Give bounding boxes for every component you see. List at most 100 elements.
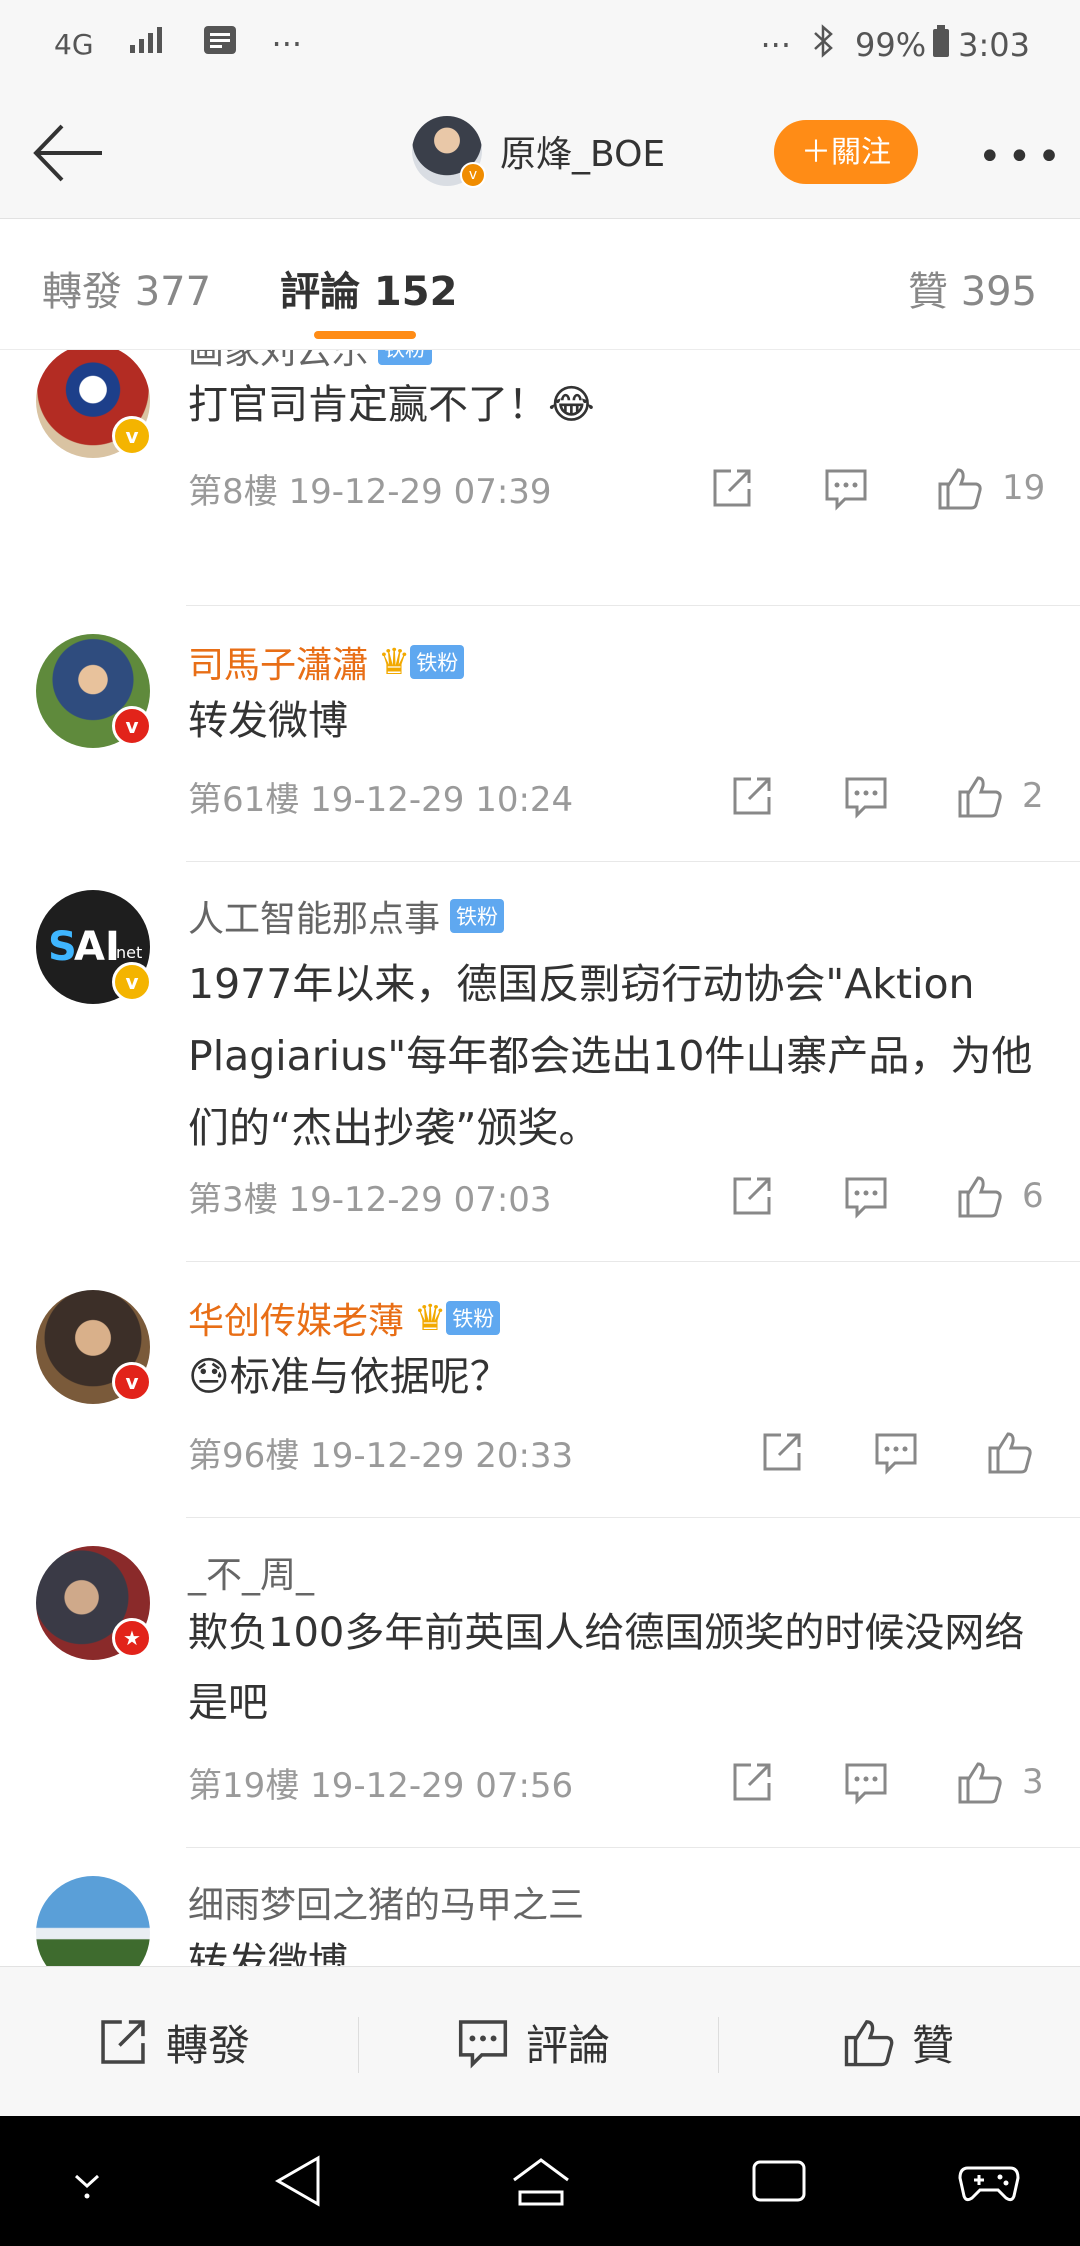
comment-actions xyxy=(752,1422,1052,1482)
tab-bar: 轉發 377 評論 152 贊 395 xyxy=(0,219,1080,350)
reply-icon[interactable] xyxy=(836,766,896,826)
bluetooth-icon xyxy=(811,24,835,66)
back-nav-icon[interactable] xyxy=(264,2146,334,2216)
repost-icon xyxy=(101,2020,145,2064)
comment-text: 打官司肯定赢不了！😂 xyxy=(188,382,595,428)
verified-icon: v xyxy=(112,1362,152,1402)
svg-text:net: net xyxy=(116,943,142,962)
share-icon[interactable] xyxy=(702,458,762,518)
comment-item: v 司馬子瀟瀟 ♛ 铁粉 转发微博 第61樓 19-12-29 10:24 2 xyxy=(0,606,1080,862)
like-count: 2 xyxy=(1022,776,1044,816)
back-arrow-icon xyxy=(33,124,102,182)
more-options-icon[interactable]: ••• xyxy=(978,134,1067,180)
fan-badge: 铁粉 xyxy=(446,1301,501,1335)
avatar[interactable]: v xyxy=(36,634,152,748)
fan-badge: 铁粉 xyxy=(378,350,433,365)
comment-meta: 第8樓 19-12-29 07:39 xyxy=(188,472,552,512)
battery-level: 99% xyxy=(855,26,927,64)
comment-actions: 6 xyxy=(722,1166,1044,1226)
like-label: 贊 xyxy=(912,2020,955,2070)
avatar[interactable]: v xyxy=(36,1290,152,1404)
repost-label: 轉發 xyxy=(166,2020,251,2070)
comment-text: 欺负100多年前英国人给德国颁奖的时候没网络是吧 xyxy=(188,1610,1025,1726)
like-button[interactable]: 贊 xyxy=(842,1967,954,2117)
reply-icon[interactable] xyxy=(816,458,876,518)
svg-text:S: S xyxy=(48,924,77,970)
home-icon[interactable] xyxy=(506,2146,576,2216)
comment-button[interactable]: 評論 xyxy=(456,1967,610,2117)
hide-keyboard-icon[interactable] xyxy=(52,2146,122,2216)
comment-list[interactable]: v 画家刘云乐 铁粉 打官司肯定赢不了！😂 第8樓 19-12-29 07:39… xyxy=(0,350,1080,1966)
comment-icon xyxy=(458,2020,508,2069)
share-icon[interactable] xyxy=(722,1166,782,1226)
like-icon[interactable] xyxy=(980,1422,1040,1482)
repost-button[interactable]: 轉發 xyxy=(96,1967,250,2117)
comment-author-line: _不_周_ xyxy=(188,1546,314,1598)
comment-author-line: 细雨梦回之猪的马甲之三 xyxy=(188,1876,584,1928)
tab-comments[interactable]: 評論 152 xyxy=(280,259,457,317)
like-icon[interactable] xyxy=(950,1166,1010,1226)
comment-author-line: 人工智能那点事 铁粉 xyxy=(188,890,505,942)
like-icon[interactable] xyxy=(950,1752,1010,1812)
comment-author-line: 司馬子瀟瀟 ♛ 铁粉 xyxy=(188,636,465,688)
comment-label: 評論 xyxy=(526,2020,611,2070)
comment-author[interactable]: 细雨梦回之猪的马甲之三 xyxy=(188,1876,584,1928)
follow-button[interactable]: ＋關注 xyxy=(774,120,918,184)
system-navigation-bar xyxy=(0,2116,1080,2246)
status-bar: 4G ··· ··· 99% 3:03 xyxy=(0,0,1080,90)
like-icon xyxy=(844,2020,894,2067)
signal-icon xyxy=(128,25,168,63)
like-icon[interactable] xyxy=(930,458,990,518)
comment-meta: 第96樓 19-12-29 20:33 xyxy=(188,1436,574,1476)
comment-actions: 2 xyxy=(722,766,1044,826)
avatar[interactable] xyxy=(36,1876,150,1966)
vip-icon: ★ xyxy=(112,1618,152,1658)
comment-author[interactable]: _不_周_ xyxy=(188,1546,314,1598)
comment-author-line: 华创传媒老薄 ♛ 铁粉 xyxy=(188,1292,501,1344)
comment-author[interactable]: 华创传媒老薄 xyxy=(188,1292,404,1344)
verified-icon: v xyxy=(112,962,152,1002)
verified-icon: v xyxy=(460,162,486,188)
tab-likes[interactable]: 贊 395 xyxy=(908,259,1037,317)
bottom-action-bar: 轉發 評論 贊 xyxy=(0,1966,1080,2117)
tab-reposts[interactable]: 轉發 377 xyxy=(42,259,211,317)
like-count: 6 xyxy=(1022,1176,1044,1216)
back-button[interactable] xyxy=(28,118,108,188)
comment-meta: 第61樓 19-12-29 10:24 xyxy=(188,780,574,820)
fan-badge: 铁粉 xyxy=(410,645,465,679)
reply-icon[interactable] xyxy=(836,1752,896,1812)
network-indicator: 4G xyxy=(54,27,94,61)
comment-meta: 第19樓 19-12-29 07:56 xyxy=(188,1766,574,1806)
share-icon[interactable] xyxy=(722,766,782,826)
comment-author[interactable]: 司馬子瀟瀟 xyxy=(188,636,368,688)
comment-text: 1977年以来，德国反剽窃行动协会"Aktion Plagiarius"每年都会… xyxy=(188,960,1033,1152)
avatar[interactable]: v xyxy=(412,116,486,188)
profile-name[interactable]: 原烽_BOE xyxy=(500,125,665,177)
avatar[interactable]: v xyxy=(36,350,152,458)
avatar[interactable]: S AI net v xyxy=(36,890,152,1004)
active-tab-indicator xyxy=(314,331,416,339)
divider xyxy=(718,2017,719,2073)
comment-text: 转发微博 xyxy=(188,698,348,744)
comment-author[interactable]: 人工智能那点事 xyxy=(188,890,440,942)
comment-item: v 画家刘云乐 铁粉 打官司肯定赢不了！😂 第8樓 19-12-29 07:39… xyxy=(0,350,1080,606)
like-icon[interactable] xyxy=(950,766,1010,826)
comment-actions: 19 xyxy=(702,458,1045,518)
share-icon[interactable] xyxy=(722,1752,782,1812)
share-icon[interactable] xyxy=(752,1422,812,1482)
avatar[interactable]: ★ xyxy=(36,1546,152,1660)
profile-header[interactable]: v 原烽_BOE xyxy=(412,116,665,188)
clock: 3:03 xyxy=(958,26,1030,64)
reply-icon[interactable] xyxy=(836,1166,896,1226)
like-count: 3 xyxy=(1022,1762,1044,1802)
recent-apps-icon[interactable] xyxy=(744,2146,814,2216)
crown-icon: ♛ xyxy=(414,1297,447,1339)
like-count: 19 xyxy=(1002,468,1046,508)
status-more-right: ··· xyxy=(760,26,792,64)
svg-text:AI: AI xyxy=(74,924,120,970)
reply-icon[interactable] xyxy=(866,1422,926,1482)
comment-item: ★ _不_周_ 欺负100多年前英国人给德国颁奖的时候没网络是吧 第19樓 19… xyxy=(0,1518,1080,1848)
comment-item: S AI net v 人工智能那点事 铁粉 1977年以来，德国反剽窃行动协会"… xyxy=(0,862,1080,1262)
game-tools-icon[interactable] xyxy=(954,2146,1024,2216)
comment-meta: 第3樓 19-12-29 07:03 xyxy=(188,1180,552,1220)
